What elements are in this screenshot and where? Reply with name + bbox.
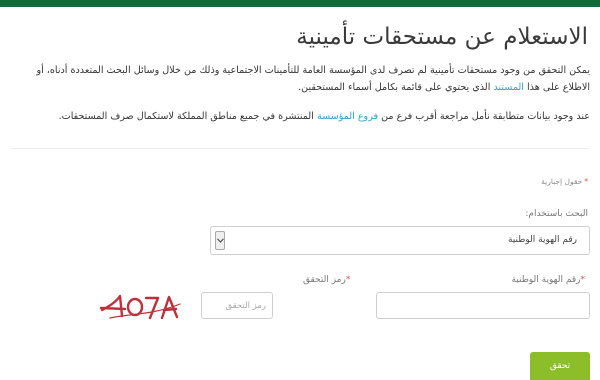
intro-paragraph: يمكن التحقق من وجود مستحقات تأمينية لم ت… (8, 62, 590, 96)
section-divider (10, 148, 590, 149)
required-fields-note: *حقول إجبارية (541, 177, 588, 186)
national-id-label-text: رقم الهوية الوطنية (511, 275, 581, 285)
captcha-label: *رمز التحقق (303, 275, 353, 285)
search-by-selected-value: رقم الهوية الوطنية (507, 235, 577, 245)
search-by-label: البحث باستخدام: (525, 209, 588, 219)
submit-button[interactable]: تحقق (530, 352, 590, 380)
intro-text-end: الذي يحتوي على قائمة بكامل أسماء المستحق… (298, 82, 494, 93)
page-title: الاستعلام عن مستحقات تأمينية (296, 24, 588, 50)
captcha-input[interactable] (201, 292, 273, 319)
required-star: * (580, 275, 586, 285)
branches-link[interactable]: فروع المؤسسة (317, 111, 378, 122)
required-fields-text: حقول إجبارية (541, 177, 583, 186)
required-star: * (584, 177, 588, 186)
document-link[interactable]: المستند (493, 82, 524, 93)
required-star: * (345, 275, 351, 285)
top-header-bar (0, 0, 600, 7)
national-id-label: *رقم الهوية الوطنية (511, 275, 588, 285)
notice-text-start: عند وجود بيانات متطابقة نأمل مراجعة أقرب… (378, 111, 590, 122)
search-by-select[interactable]: رقم الهوية الوطنية (210, 226, 590, 255)
chevron-down-icon-shape (216, 238, 224, 243)
notice-text-end: المنتشرة في جميع مناطق المملكة لاستكمال … (58, 111, 317, 122)
captcha-label-text: رمز التحقق (303, 275, 346, 285)
chevron-down-icon[interactable] (215, 231, 225, 250)
national-id-input[interactable] (376, 292, 590, 319)
branches-notice: عند وجود بيانات متطابقة نأمل مراجعة أقرب… (8, 108, 590, 125)
captcha-image (99, 294, 181, 320)
